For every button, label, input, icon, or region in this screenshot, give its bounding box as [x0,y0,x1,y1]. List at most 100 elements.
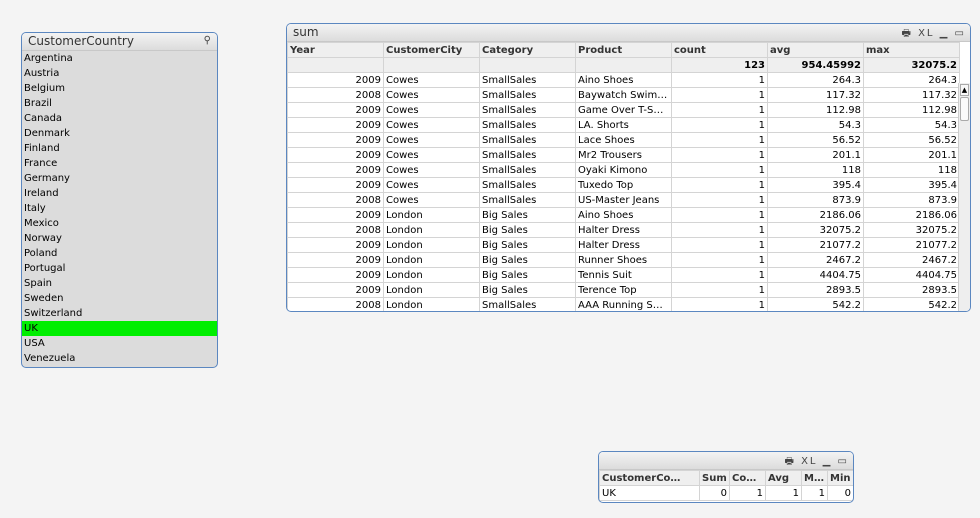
table-cell[interactable]: 542.2 [767,297,864,311]
table-cell[interactable]: SmallSales [479,117,576,133]
table-row[interactable]: 2008 Cowes SmallSales US-Master Jeans 1 873.9… [287,192,960,208]
table-cell[interactable]: Big Sales [479,267,576,283]
table-cell[interactable]: 2009 [287,267,384,283]
table-cell[interactable]: 21077.2 [767,237,864,253]
table-cell[interactable]: Cowes [383,177,480,193]
table-cell[interactable]: AAA Running Shoe [575,297,672,311]
table-cell[interactable]: 118 [863,162,960,178]
column-header[interactable]: Count [729,470,766,486]
table-cell[interactable]: London [383,267,480,283]
table-cell[interactable]: 2009 [287,162,384,178]
listbox-item[interactable]: Portugal [22,261,217,276]
table-cell[interactable]: 2009 [287,177,384,193]
column-header[interactable]: CustomerCity [383,42,480,58]
table-cell[interactable]: 1 [671,162,768,178]
table-row[interactable]: 2009 Cowes SmallSales Oyaki Kimono 1 118 118 [287,162,960,178]
table-cell[interactable]: 56.52 [863,132,960,148]
vertical-scrollbar[interactable]: ▲ [958,83,970,311]
table-cell[interactable]: Cowes [383,132,480,148]
table-cell[interactable]: Big Sales [479,282,576,298]
column-header[interactable]: Year [287,42,384,58]
table-cell[interactable]: Cowes [383,192,480,208]
table-cell[interactable]: Halter Dress [575,222,672,238]
table-cell[interactable]: 2009 [287,207,384,223]
table-cell[interactable]: Big Sales [479,222,576,238]
listbox-item[interactable]: Norway [22,231,217,246]
caption-icons[interactable]: 🖶 XL ▁ ▭ [784,454,849,471]
table-cell[interactable]: 1 [671,177,768,193]
listbox-item[interactable]: France [22,156,217,171]
table-cell[interactable]: 2009 [287,282,384,298]
column-header[interactable]: Product [575,42,672,58]
table-cell[interactable]: 1 [671,282,768,298]
table-cell[interactable]: 112.98 [767,102,864,118]
table-row[interactable]: 2009 London Big Sales Aino Shoes 1 2186.06 218… [287,207,960,223]
table-cell[interactable]: 395.4 [863,177,960,193]
table-cell[interactable]: 264.3 [767,72,864,88]
table-cell[interactable]: Cowes [383,147,480,163]
table-cell[interactable]: Cowes [383,102,480,118]
table-cell[interactable]: 2008 [287,222,384,238]
column-header[interactable]: max [863,42,960,58]
table-cell[interactable]: Cowes [383,72,480,88]
listbox-item[interactable]: Finland [22,141,217,156]
table-cell[interactable]: SmallSales [479,297,576,311]
table-cell[interactable]: 2467.2 [863,252,960,268]
table-cell[interactable]: 117.32 [767,87,864,103]
table-cell[interactable]: 32075.2 [863,222,960,238]
listbox-item[interactable]: Italy [22,201,217,216]
table-cell[interactable]: 2186.06 [863,207,960,223]
table-cell[interactable]: 112.98 [863,102,960,118]
listbox-item[interactable]: Belgium [22,81,217,96]
table-cell[interactable]: 1 [671,102,768,118]
table-cell[interactable]: London [383,207,480,223]
column-header[interactable]: CustomerCo… [599,470,700,486]
table-cell[interactable]: 201.1 [767,147,864,163]
table-cell[interactable]: 873.9 [863,192,960,208]
table-cell[interactable]: 1 [765,485,802,501]
table-cell[interactable]: Baywatch Swim… [575,87,672,103]
table-cell[interactable]: SmallSales [479,87,576,103]
column-header[interactable]: Avg [765,470,802,486]
table-cell[interactable]: 395.4 [767,177,864,193]
table-cell[interactable]: Big Sales [479,252,576,268]
table-row[interactable]: 2008 Cowes SmallSales Baywatch Swim… 1 117.32… [287,87,960,103]
listbox-item[interactable]: Poland [22,246,217,261]
table-cell[interactable]: London [383,237,480,253]
table-cell[interactable]: SmallSales [479,72,576,88]
table-cell[interactable]: 1 [801,485,828,501]
table-cell[interactable]: 1 [671,297,768,311]
table-cell[interactable]: US-Master Jeans [575,192,672,208]
table-cell[interactable]: 2009 [287,132,384,148]
table-cell[interactable]: Aino Shoes [575,207,672,223]
table-cell[interactable]: Cowes [383,117,480,133]
listbox-item[interactable]: Argentina [22,51,217,66]
table-cell[interactable]: Aino Shoes [575,72,672,88]
table-cell[interactable]: 2009 [287,237,384,253]
table-cell[interactable]: 201.1 [863,147,960,163]
table-cell[interactable]: 2009 [287,117,384,133]
table-cell[interactable]: 56.52 [767,132,864,148]
table-row[interactable]: 2009 Cowes SmallSales Mr2 Trousers 1 201.1 201… [287,147,960,163]
table-row[interactable]: 2009 London Big Sales Runner Shoes 1 2467.2 24… [287,252,960,268]
scroll-up-icon[interactable]: ▲ [960,84,969,96]
table-cell[interactable]: 4404.75 [863,267,960,283]
listbox-item[interactable]: USA [22,336,217,351]
table-cell[interactable]: 1 [671,132,768,148]
table-row[interactable]: 2009 London Big Sales Terence Top 1 2893.5 289… [287,282,960,298]
table-cell[interactable]: 1 [671,222,768,238]
table-cell[interactable]: SmallSales [479,192,576,208]
table-cell[interactable]: London [383,297,480,311]
table-cell[interactable]: Tuxedo Top [575,177,672,193]
table-cell[interactable]: 1 [671,147,768,163]
column-header[interactable]: Sum [699,470,730,486]
table-cell[interactable]: 2008 [287,192,384,208]
table-cell[interactable]: Runner Shoes [575,252,672,268]
table-cell[interactable]: 0 [827,485,853,501]
table-cell[interactable]: Tennis Suit [575,267,672,283]
listbox-item[interactable]: Venezuela [22,351,217,366]
table-row[interactable]: 2008 London SmallSales AAA Running Shoe 1 542… [287,297,960,311]
table-cell[interactable]: 2008 [287,87,384,103]
listbox-item[interactable]: Canada [22,111,217,126]
table-cell[interactable]: London [383,222,480,238]
